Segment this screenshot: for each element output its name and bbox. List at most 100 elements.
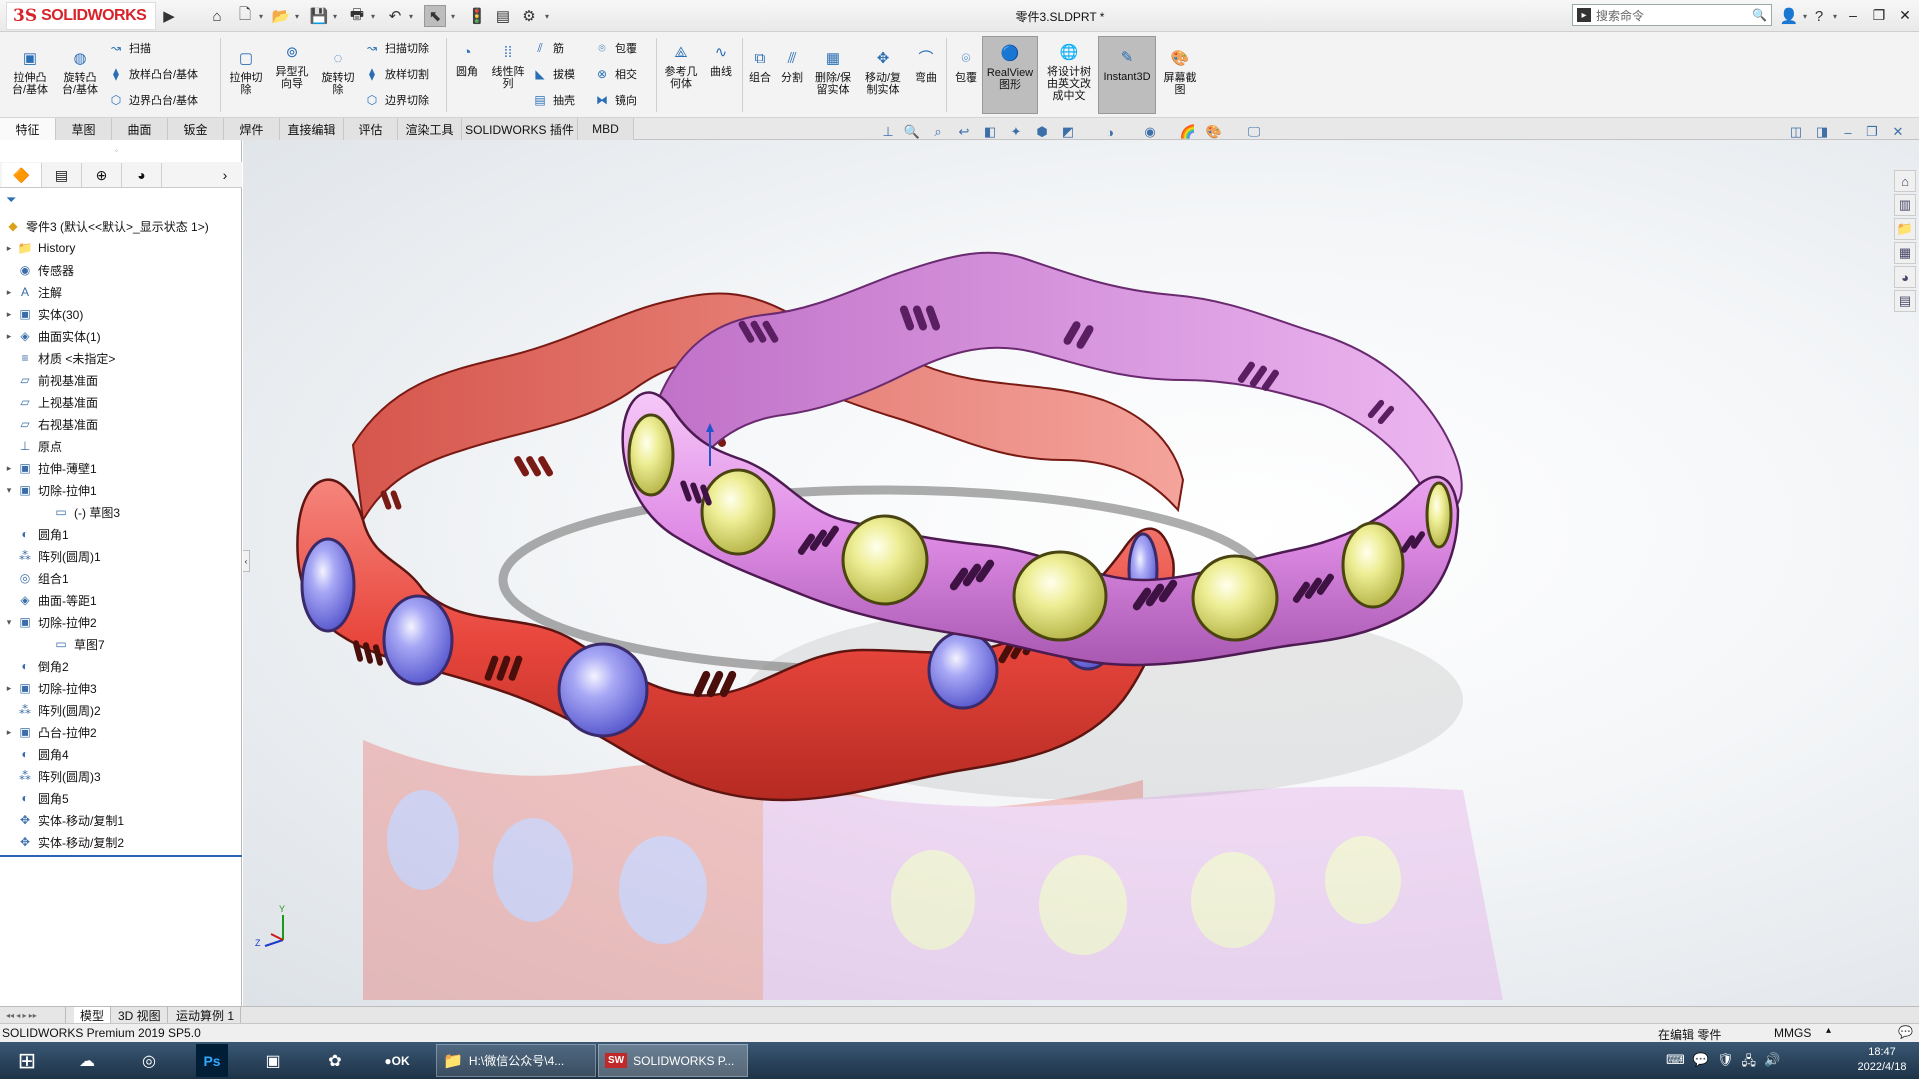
viewport-restore-icon[interactable]: ❐	[1862, 122, 1882, 142]
panel-toggle-left-icon[interactable]: ◫	[1786, 122, 1806, 142]
view-palette-icon[interactable]: ▦	[1894, 242, 1916, 264]
solidworks-logo[interactable]: 3S SOLIDWORKS	[6, 2, 156, 30]
draft-button[interactable]: ◣ 拔模	[532, 66, 575, 82]
chevron-down-icon[interactable]: ▾	[256, 5, 266, 27]
fillet-button[interactable]: ◔ 圆角	[450, 42, 484, 78]
intersect-button[interactable]: ⊗ 相交	[594, 66, 637, 82]
user-icon[interactable]: 👤	[1778, 5, 1800, 27]
boundary-cut-button[interactable]: ⬡ 边界切除	[364, 92, 429, 108]
display-style-icon[interactable]: ◩	[1058, 122, 1078, 142]
view-settings-icon[interactable]: 🎨	[1204, 122, 1224, 142]
tab-solidworks-addins[interactable]: SOLIDWORKS 插件	[462, 118, 578, 140]
tab-mbd[interactable]: MBD	[578, 118, 634, 140]
tree-item[interactable]: ▱ 前视基准面	[2, 369, 98, 391]
tree-item[interactable]: ▭ 草图7	[38, 633, 104, 655]
hide-show-items-icon[interactable]: ◑	[1100, 122, 1120, 142]
antivirus-icon[interactable]: 🛡	[1717, 1052, 1734, 1074]
tree-item[interactable]: ≡ 材质 <未指定>	[2, 347, 115, 369]
print-icon[interactable]: 🖶	[346, 5, 368, 27]
apply-scene-icon[interactable]: 🌈	[1178, 122, 1198, 142]
tree-item[interactable]: ⁂ 阵列(圆周)3	[2, 765, 101, 787]
chevron-up-icon[interactable]: ▴	[1826, 1025, 1831, 1036]
tree-item[interactable]: ◐ 倒角2	[2, 655, 68, 677]
wrap-body-button[interactable]: ⌾ 包覆	[950, 48, 982, 84]
tab-render-tools[interactable]: 渲染工具	[398, 118, 462, 140]
screen-capture-button[interactable]: 🎨 屏幕截 图	[1160, 48, 1200, 96]
tab-sheet-metal[interactable]: 钣金	[168, 118, 224, 140]
clock[interactable]: 18:47 2022/4/18	[1852, 1045, 1912, 1075]
tab-direct-editing[interactable]: 直接编辑	[280, 118, 344, 140]
volume-icon[interactable]: 🔊	[1764, 1052, 1780, 1074]
graphics-viewport[interactable]: Y Z ‹	[243, 140, 1919, 1006]
panel-collapse-handle-icon[interactable]: ‹	[243, 550, 250, 572]
curves-button[interactable]: ∿ 曲线	[704, 42, 738, 78]
media-app-icon[interactable]: ▣	[250, 1044, 296, 1077]
hole-wizard-button[interactable]: ⊚ 异型孔 向导	[270, 42, 314, 90]
photoshop-icon[interactable]: Ps	[196, 1044, 228, 1077]
rib-button[interactable]: ⫽ 筋	[532, 40, 564, 56]
collapse-arrow-icon[interactable]: ▾	[2, 485, 16, 496]
windows-start-icon[interactable]: ⊞	[4, 1044, 50, 1077]
network-icon[interactable]: 🖧	[1741, 1052, 1756, 1074]
reference-geometry-button[interactable]: ⟁ 参考几 何体	[660, 42, 702, 90]
undo-icon[interactable]: ↶	[384, 5, 406, 27]
tree-item[interactable]: ▾ ▣ 切除-拉伸2	[2, 611, 97, 633]
tree-item[interactable]: ▸ A 注解	[2, 281, 62, 303]
tree-item[interactable]: ◐ 圆角5	[2, 787, 68, 809]
tree-item[interactable]: ▸ ▣ 拉伸-薄壁1	[2, 457, 97, 479]
delete-keep-body-button[interactable]: ▦ 删除/保 留实体	[810, 48, 856, 96]
baidu-netdisk-icon[interactable]: ☁	[64, 1044, 110, 1077]
tab-surfaces[interactable]: 曲面	[112, 118, 168, 140]
view-orientation-icon[interactable]: ⊥	[878, 122, 898, 142]
edit-appearance-icon[interactable]: ◉	[1140, 122, 1160, 142]
boundary-boss-button[interactable]: ⬡ 边界凸台/基体	[108, 92, 198, 108]
wechat-icon[interactable]: 💬	[1693, 1052, 1709, 1074]
keyboard-icon[interactable]: ⌨	[1666, 1052, 1685, 1074]
zoom-to-fit-icon[interactable]: 🔍	[902, 122, 922, 142]
chevron-down-icon[interactable]: ▾	[292, 5, 302, 27]
tree-item[interactable]: ▸ ▣ 凸台-拉伸2	[2, 721, 97, 743]
feature-manager-tab-icon[interactable]: 🔶	[2, 163, 42, 187]
tree-root-part[interactable]: ◆ 零件3 (默认<<默认>_显示状态 1>)	[4, 215, 208, 237]
file-explorer-icon[interactable]: 📁	[1894, 218, 1916, 240]
mirror-button[interactable]: ⧓ 镜向	[594, 92, 637, 108]
tree-item[interactable]: ⊥ 原点	[2, 435, 62, 457]
chevron-down-icon[interactable]: ▾	[330, 5, 340, 27]
split-button[interactable]: ⫻ 分割	[776, 48, 808, 84]
solidworks-resources-icon[interactable]: ⌂	[1894, 170, 1916, 192]
expand-arrow-icon[interactable]: ▸	[2, 683, 16, 694]
view-orientation-cube-icon[interactable]: ⬢	[1032, 122, 1052, 142]
home-icon[interactable]: ⌂	[206, 5, 228, 27]
section-view-icon[interactable]: ◧	[980, 122, 1000, 142]
menu-expand-icon[interactable]: ▶	[158, 5, 180, 27]
rebuild-icon[interactable]: 🚦	[466, 5, 488, 27]
tab-sketch[interactable]: 草图	[56, 118, 112, 140]
minimize-window-icon[interactable]: –	[1840, 4, 1866, 26]
tab-scroll-arrows-icon[interactable]: ◂◂ ◂ ▸ ▸▸	[0, 1007, 66, 1024]
panel-toggle-right-icon[interactable]: ◨	[1812, 122, 1832, 142]
tree-item[interactable]: ✥ 实体-移动/复制2	[2, 831, 124, 853]
custom-properties-icon[interactable]: ▤	[1894, 290, 1916, 312]
tree-item[interactable]: ▸ ◈ 曲面实体(1)	[2, 325, 101, 347]
property-manager-tab-icon[interactable]: ▤	[42, 163, 82, 187]
translate-tree-button[interactable]: 🌐 将设计树 由英文改 成中文	[1042, 42, 1096, 102]
tree-item[interactable]: ▱ 上视基准面	[2, 391, 98, 413]
revolve-boss-button[interactable]: ◍ 旋转凸 台/基体	[58, 48, 102, 96]
new-document-icon[interactable]: 🗋	[234, 5, 256, 27]
taskbar-solidworks-window[interactable]: SW SOLIDWORKS P...	[598, 1044, 748, 1077]
expand-arrow-icon[interactable]: ▸	[2, 243, 16, 254]
tree-item[interactable]: ▭ (-) 草图3	[38, 501, 120, 523]
ev-recorder-icon[interactable]: ●OK	[374, 1044, 420, 1077]
expand-arrow-icon[interactable]: ▸	[2, 287, 16, 298]
rollback-bar[interactable]	[0, 855, 242, 857]
chevron-down-icon[interactable]: ▾	[368, 5, 378, 27]
previous-view-icon[interactable]: ↩	[954, 122, 974, 142]
tab-3d-views[interactable]: 3D 视图	[112, 1007, 168, 1024]
realview-graphics-button[interactable]: 🔵 RealView 图形	[982, 36, 1038, 114]
flex-button[interactable]: ⌒ 弯曲	[910, 48, 942, 84]
chevron-down-icon[interactable]: ▾	[542, 5, 552, 27]
file-properties-icon[interactable]: ▤	[492, 5, 514, 27]
tree-item[interactable]: ◉ 传感器	[2, 259, 74, 281]
tree-item[interactable]: ⁂ 阵列(圆周)2	[2, 699, 101, 721]
linear-pattern-button[interactable]: ⁞⁞ 线性阵 列	[488, 42, 528, 90]
